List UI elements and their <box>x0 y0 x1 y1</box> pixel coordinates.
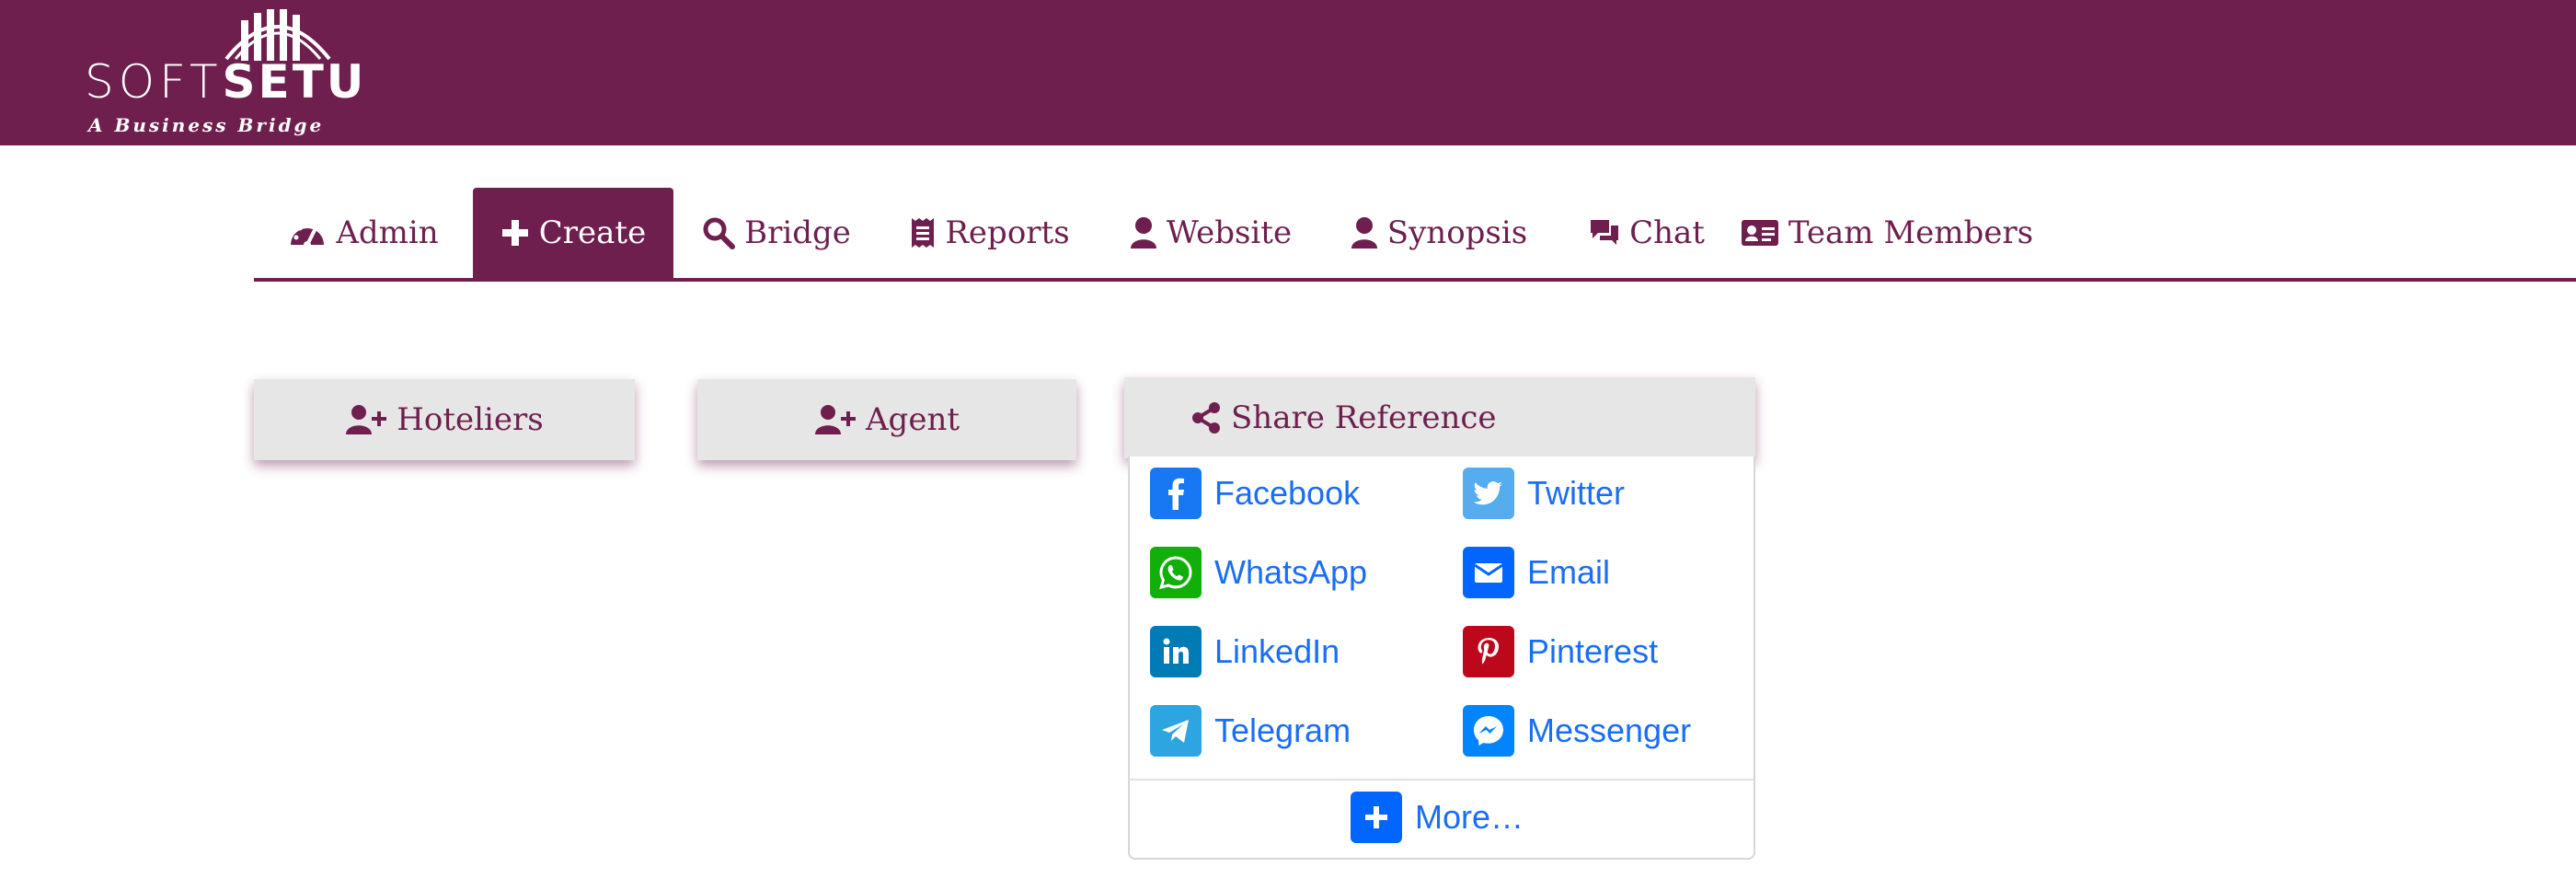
logo-word-soft: SOFT <box>85 55 223 109</box>
share-linkedin-label: LinkedIn <box>1214 632 1340 670</box>
id-card-icon <box>1741 220 1778 246</box>
share-pinterest-label: Pinterest <box>1527 632 1659 670</box>
tab-website[interactable]: Website <box>1100 188 1321 278</box>
share-facebook[interactable]: Facebook <box>1150 466 1360 521</box>
share-email-label: Email <box>1527 553 1611 591</box>
tab-label: Website <box>1166 214 1293 251</box>
tab-team-members[interactable]: Team Members <box>1737 188 2037 278</box>
plus-square-icon <box>1351 792 1402 843</box>
pinterest-icon <box>1463 626 1514 677</box>
tab-bridge[interactable]: Bridge <box>673 188 880 278</box>
tab-synopsis[interactable]: Synopsis <box>1321 188 1557 278</box>
whatsapp-icon <box>1150 547 1202 598</box>
tab-label: Synopsis <box>1386 214 1528 251</box>
share-pinterest[interactable]: Pinterest <box>1463 624 1658 679</box>
share-nodes-icon <box>1192 402 1220 434</box>
tab-label: Admin <box>336 214 439 251</box>
tab-label: Reports <box>945 214 1070 251</box>
share-divider <box>1130 779 1754 781</box>
header-bar: SOFTSETU A Business Bridge <box>0 0 2576 145</box>
tab-label: Team Members <box>1788 214 2034 251</box>
share-facebook-label: Facebook <box>1214 474 1361 512</box>
tab-reports[interactable]: Reports <box>880 188 1100 278</box>
logo-wordmark: SOFTSETU <box>85 55 366 109</box>
tab-label: Chat <box>1629 214 1705 251</box>
messenger-icon <box>1463 705 1514 757</box>
share-telegram[interactable]: Telegram <box>1150 703 1351 758</box>
share-dropdown: Facebook Twitter WhatsApp Email LinkedIn… <box>1128 457 1755 860</box>
share-email[interactable]: Email <box>1463 545 1610 600</box>
agent-label: Agent <box>866 401 960 438</box>
bridge-arch-icon <box>224 9 331 61</box>
share-messenger[interactable]: Messenger <box>1463 703 1691 758</box>
share-twitter[interactable]: Twitter <box>1463 466 1625 521</box>
twitter-icon <box>1463 468 1514 519</box>
share-telegram-label: Telegram <box>1214 711 1351 749</box>
share-more-label: More… <box>1415 798 1524 836</box>
softsetu-logo[interactable]: SOFTSETU A Business Bridge <box>85 2 388 140</box>
share-linkedin[interactable]: LinkedIn <box>1150 624 1340 679</box>
tab-chat[interactable]: Chat <box>1557 188 1737 278</box>
email-icon <box>1463 547 1514 598</box>
logo-tagline: A Business Bridge <box>88 114 325 136</box>
share-reference-button[interactable]: Share Reference <box>1124 377 1755 458</box>
user-plus-icon <box>346 405 387 434</box>
hoteliers-button[interactable]: Hoteliers <box>254 379 635 460</box>
logo-word-setu: SETU <box>222 55 367 109</box>
tab-label: Create <box>538 214 647 251</box>
search-icon <box>703 217 736 249</box>
tab-label: Bridge <box>744 214 851 251</box>
dashboard-gauge-icon <box>291 222 325 249</box>
main-nav: Admin Create Bridge Reports Website Syno… <box>254 188 2576 282</box>
linkedin-icon <box>1150 626 1202 677</box>
share-messenger-label: Messenger <box>1527 711 1692 749</box>
user-icon <box>1351 217 1377 249</box>
plus-icon <box>501 220 528 246</box>
receipt-icon <box>912 218 935 248</box>
share-twitter-label: Twitter <box>1527 474 1626 512</box>
agent-button[interactable]: Agent <box>697 379 1076 460</box>
tab-admin[interactable]: Admin <box>254 188 473 278</box>
facebook-icon <box>1150 468 1202 519</box>
share-whatsapp[interactable]: WhatsApp <box>1150 545 1367 600</box>
hoteliers-label: Hoteliers <box>397 401 544 438</box>
user-icon <box>1130 217 1156 249</box>
tab-create[interactable]: Create <box>473 188 673 278</box>
share-reference-label: Share Reference <box>1231 399 1497 436</box>
share-whatsapp-label: WhatsApp <box>1214 553 1368 591</box>
share-more-button[interactable]: More… <box>1351 790 1524 845</box>
user-plus-icon <box>815 405 856 434</box>
telegram-icon <box>1150 705 1202 757</box>
comments-icon <box>1591 220 1619 245</box>
